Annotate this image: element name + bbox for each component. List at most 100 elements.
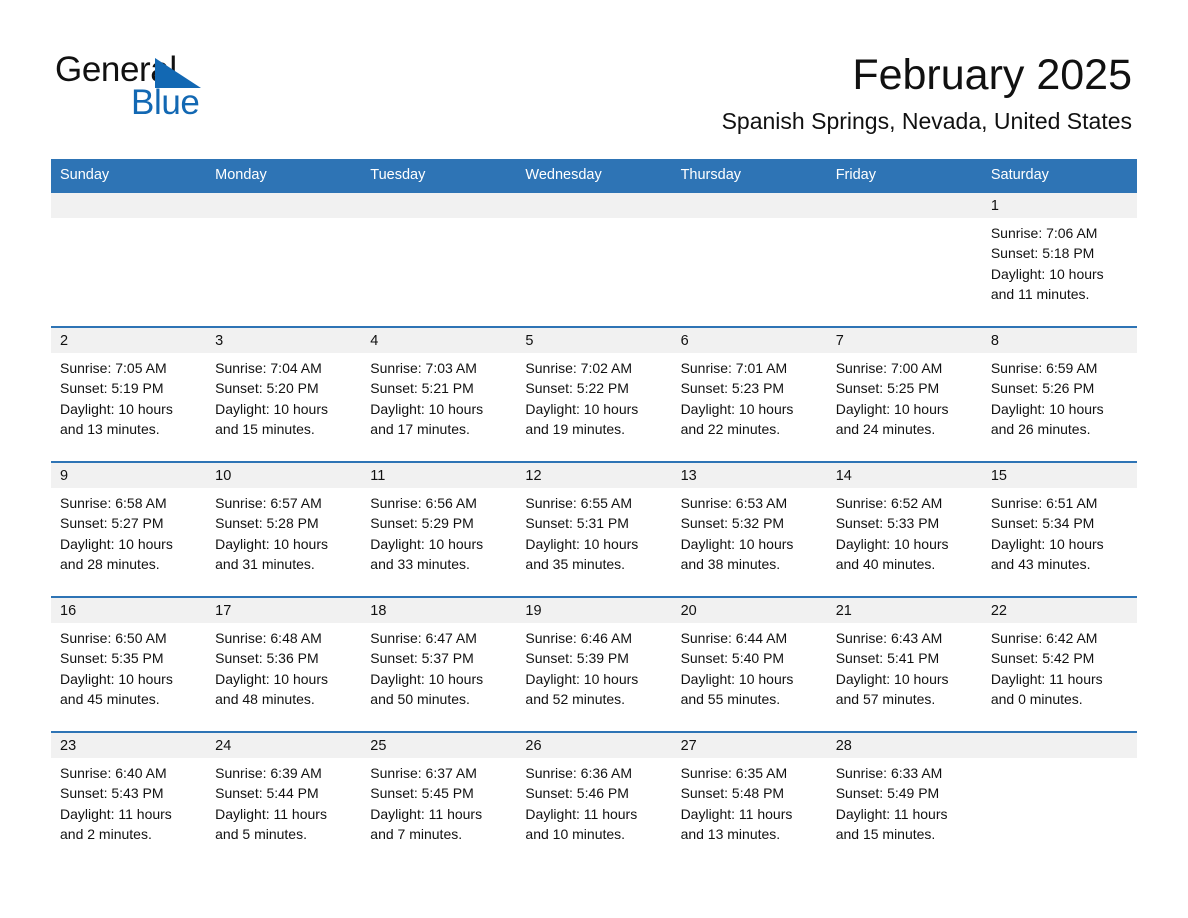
day-number: 16	[51, 598, 207, 623]
day-cell-inner: 7 Sunrise: 7:00 AM Sunset: 5:25 PM Daylight…	[826, 328, 982, 461]
calendar-day-cell[interactable]: 3 Sunrise: 7:04 AM Sunset: 5:20 PM Daylight…	[206, 326, 362, 462]
sunrise-text: Sunrise: 6:36 AM	[525, 765, 633, 781]
sunrise-text: Sunrise: 6:53 AM	[680, 495, 788, 511]
weekday-header-sunday: Sunday	[51, 159, 207, 192]
day-number: 25	[361, 733, 517, 758]
calendar-day-cell[interactable]: 20 Sunrise: 6:44 AM Sunset: 5:40 PM Dayligh…	[671, 596, 827, 732]
calendar-header-row: Sunday Monday Tuesday Wednesday Thursday Frid…	[51, 159, 1137, 192]
calendar-day-cell[interactable]: 10 Sunrise: 6:57 AM Sunset: 5:28 PM Dayligh…	[206, 461, 362, 597]
day-cell-inner: 12 Sunrise: 6:55 AM Sunset: 5:31 PM Dayligh…	[516, 463, 672, 596]
calendar-week-row: 9 Sunrise: 6:58 AM Sunset: 5:27 PM Daylight…	[51, 461, 1137, 597]
day-number	[51, 193, 207, 218]
day-number: 17	[206, 598, 362, 623]
weekday-header-tuesday: Tuesday	[361, 159, 517, 192]
sunrise-text: Sunrise: 6:59 AM	[990, 360, 1098, 376]
sunset-text: Sunset: 5:39 PM	[525, 650, 629, 667]
weekday-header-saturday: Saturday	[981, 159, 1137, 192]
calendar-day-cell[interactable]: 13 Sunrise: 6:53 AM Sunset: 5:32 PM Dayligh…	[671, 461, 827, 597]
sunrise-text: Sunrise: 6:43 AM	[835, 630, 943, 646]
sunrise-text: Sunrise: 6:58 AM	[60, 495, 167, 511]
weekday-header-friday: Friday	[826, 159, 982, 192]
day-cell-inner: 15 Sunrise: 6:51 AM Sunset: 5:34 PM Dayligh…	[981, 463, 1137, 596]
calendar-day-cell[interactable]: 16 Sunrise: 6:50 AM Sunset: 5:35 PM Dayligh…	[51, 596, 207, 732]
day-number: 9	[51, 463, 207, 488]
sunrise-text: Sunrise: 7:05 AM	[60, 360, 167, 376]
calendar-day-cell-empty	[206, 191, 362, 327]
day-cell-inner: 19 Sunrise: 6:46 AM Sunset: 5:39 PM Dayligh…	[516, 598, 672, 731]
day-details: Sunrise: 7:05 AM Sunset: 5:19 PM Daylight:…	[51, 353, 206, 439]
sunset-text: Sunset: 5:41 PM	[835, 650, 940, 667]
daylight-text: Daylight: 10 hours and 17 minutes.	[370, 400, 484, 437]
day-details: Sunrise: 7:02 AM Sunset: 5:22 PM Daylight:…	[516, 353, 671, 439]
daylight-text: Daylight: 10 hours and 26 minutes.	[990, 400, 1104, 437]
calendar-day-cell[interactable]: 28 Sunrise: 6:33 AM Sunset: 5:49 PM Dayligh…	[826, 731, 982, 866]
sunrise-text: Sunrise: 6:55 AM	[525, 495, 633, 511]
sunset-text: Sunset: 5:48 PM	[680, 785, 785, 802]
day-cell-inner: 6 Sunrise: 7:01 AM Sunset: 5:23 PM Daylight…	[671, 328, 827, 461]
calendar-day-cell[interactable]: 1 Sunrise: 7:06 AM Sunset: 5:18 PM Daylight…	[981, 191, 1137, 327]
sunrise-sunset-calendar: Sunday Monday Tuesday Wednesday Thursday Frid…	[51, 159, 1137, 866]
calendar-day-cell[interactable]: 6 Sunrise: 7:01 AM Sunset: 5:23 PM Daylight…	[671, 326, 827, 462]
calendar-day-cell[interactable]: 12 Sunrise: 6:55 AM Sunset: 5:31 PM Dayligh…	[516, 461, 672, 597]
day-cell-inner: 3 Sunrise: 7:04 AM Sunset: 5:20 PM Daylight…	[206, 328, 362, 461]
sunrise-text: Sunrise: 7:03 AM	[370, 360, 477, 376]
sunset-text: Sunset: 5:49 PM	[835, 785, 940, 802]
day-number	[981, 733, 1137, 758]
calendar-day-cell[interactable]: 17 Sunrise: 6:48 AM Sunset: 5:36 PM Dayligh…	[206, 596, 362, 732]
day-number: 28	[826, 733, 982, 758]
calendar-day-cell[interactable]: 18 Sunrise: 6:47 AM Sunset: 5:37 PM Dayligh…	[361, 596, 517, 732]
sunset-text: Sunset: 5:33 PM	[835, 515, 940, 532]
calendar-day-cell[interactable]: 19 Sunrise: 6:46 AM Sunset: 5:39 PM Dayligh…	[516, 596, 672, 732]
calendar-day-cell[interactable]: 2 Sunrise: 7:05 AM Sunset: 5:19 PM Daylight…	[51, 326, 207, 462]
sunset-text: Sunset: 5:44 PM	[215, 785, 319, 802]
calendar-day-cell[interactable]: 14 Sunrise: 6:52 AM Sunset: 5:33 PM Dayligh…	[826, 461, 982, 597]
day-details: Sunrise: 6:59 AM Sunset: 5:26 PM Daylight:…	[982, 353, 1137, 439]
calendar-day-cell[interactable]: 7 Sunrise: 7:00 AM Sunset: 5:25 PM Daylight…	[826, 326, 982, 462]
day-number: 14	[826, 463, 982, 488]
sunset-text: Sunset: 5:26 PM	[990, 380, 1095, 397]
day-details: Sunrise: 7:03 AM Sunset: 5:21 PM Daylight:…	[361, 353, 516, 439]
sunset-text: Sunset: 5:35 PM	[60, 650, 164, 667]
day-details: Sunrise: 6:53 AM Sunset: 5:32 PM Daylight:…	[672, 488, 827, 574]
calendar-day-cell[interactable]: 27 Sunrise: 6:35 AM Sunset: 5:48 PM Dayligh…	[671, 731, 827, 866]
day-number: 20	[671, 598, 827, 623]
calendar-day-cell[interactable]: 4 Sunrise: 7:03 AM Sunset: 5:21 PM Daylight…	[361, 326, 517, 462]
calendar-day-cell[interactable]: 9 Sunrise: 6:58 AM Sunset: 5:27 PM Daylight…	[51, 461, 207, 597]
calendar-day-cell[interactable]: 25 Sunrise: 6:37 AM Sunset: 5:45 PM Dayligh…	[361, 731, 517, 866]
calendar-day-cell[interactable]: 23 Sunrise: 6:40 AM Sunset: 5:43 PM Dayligh…	[51, 731, 207, 866]
day-cell-inner: 9 Sunrise: 6:58 AM Sunset: 5:27 PM Daylight…	[51, 463, 207, 596]
calendar-day-cell[interactable]: 26 Sunrise: 6:36 AM Sunset: 5:46 PM Dayligh…	[516, 731, 672, 866]
sunrise-text: Sunrise: 6:46 AM	[525, 630, 633, 646]
sunrise-text: Sunrise: 6:50 AM	[60, 630, 167, 646]
daylight-text: Daylight: 10 hours and 28 minutes.	[60, 535, 173, 572]
day-number: 13	[671, 463, 827, 488]
weekday-header-wednesday: Wednesday	[516, 159, 672, 192]
sunrise-text: Sunrise: 6:57 AM	[215, 495, 322, 511]
day-details: Sunrise: 6:46 AM Sunset: 5:39 PM Daylight:…	[516, 623, 671, 709]
daylight-text: Daylight: 10 hours and 11 minutes.	[990, 265, 1104, 302]
calendar-day-cell[interactable]: 15 Sunrise: 6:51 AM Sunset: 5:34 PM Dayligh…	[981, 461, 1137, 597]
day-details: Sunrise: 6:43 AM Sunset: 5:41 PM Daylight:…	[827, 623, 982, 709]
day-number: 22	[981, 598, 1137, 623]
day-cell-inner: 4 Sunrise: 7:03 AM Sunset: 5:21 PM Daylight…	[361, 328, 517, 461]
calendar-day-cell[interactable]: 8 Sunrise: 6:59 AM Sunset: 5:26 PM Daylight…	[981, 326, 1137, 462]
day-details: Sunrise: 6:33 AM Sunset: 5:49 PM Daylight:…	[827, 758, 982, 844]
sunrise-text: Sunrise: 7:00 AM	[835, 360, 943, 376]
day-cell-inner	[826, 193, 982, 326]
daylight-text: Daylight: 10 hours and 52 minutes.	[525, 670, 639, 707]
sunrise-text: Sunrise: 7:04 AM	[215, 360, 322, 376]
weekday-header-monday: Monday	[206, 159, 362, 192]
calendar-day-cell[interactable]: 11 Sunrise: 6:56 AM Sunset: 5:29 PM Dayligh…	[361, 461, 517, 597]
calendar-day-cell[interactable]: 22 Sunrise: 6:42 AM Sunset: 5:42 PM Dayligh…	[981, 596, 1137, 732]
calendar-day-cell[interactable]: 24 Sunrise: 6:39 AM Sunset: 5:44 PM Dayligh…	[206, 731, 362, 866]
daylight-text: Daylight: 11 hours and 2 minutes.	[60, 805, 172, 842]
calendar-day-cell[interactable]: 5 Sunrise: 7:02 AM Sunset: 5:22 PM Daylight…	[516, 326, 672, 462]
calendar-day-cell[interactable]: 21 Sunrise: 6:43 AM Sunset: 5:41 PM Dayligh…	[826, 596, 982, 732]
calendar-week-row: 2 Sunrise: 7:05 AM Sunset: 5:19 PM Daylight…	[51, 326, 1137, 462]
sunset-text: Sunset: 5:19 PM	[60, 380, 164, 397]
daylight-text: Daylight: 11 hours and 10 minutes.	[525, 805, 638, 842]
day-number	[206, 193, 362, 218]
sunset-text: Sunset: 5:36 PM	[215, 650, 319, 667]
daylight-text: Daylight: 11 hours and 15 minutes.	[835, 805, 948, 842]
sunset-text: Sunset: 5:46 PM	[525, 785, 629, 802]
